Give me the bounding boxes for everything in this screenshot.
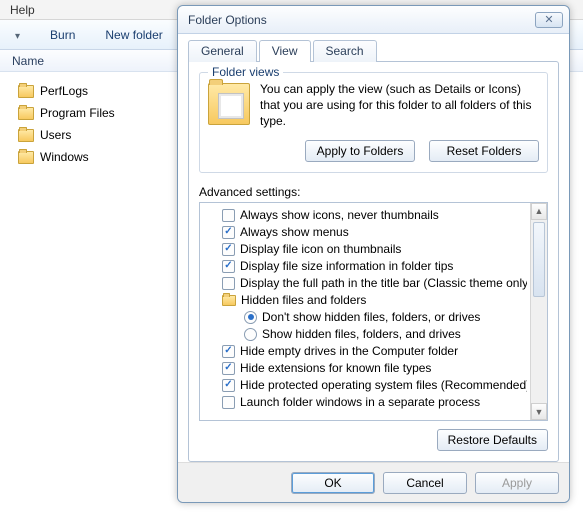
close-icon: ✕ [544,13,553,26]
checkbox-icon[interactable] [222,277,235,290]
advanced-setting-label: Display file icon on thumbnails [240,242,401,256]
apply-button[interactable]: Apply [475,472,559,494]
checkbox-icon[interactable] [222,260,235,273]
checkbox-icon[interactable] [222,243,235,256]
advanced-setting-label: Display the full path in the title bar (… [240,276,527,290]
radio-icon[interactable] [244,311,257,324]
checkbox-icon[interactable] [222,379,235,392]
folder-icon [222,295,236,306]
advanced-setting-item[interactable]: Hide protected operating system files (R… [204,377,527,394]
folder-icon [18,129,34,142]
toolbar-new-folder[interactable]: New folder [99,24,168,46]
advanced-settings-box: Always show icons, never thumbnails Alway… [199,202,548,421]
list-item-label: Program Files [40,106,115,120]
folder-icon [18,85,34,98]
scroll-track[interactable] [531,220,547,403]
list-item-label: PerfLogs [40,84,88,98]
ok-button[interactable]: OK [291,472,375,494]
tab-view[interactable]: View [259,40,311,62]
tab-panel-view: Folder views You can apply the view (suc… [188,61,559,462]
advanced-setting-item[interactable]: Launch folder windows in a separate proc… [204,394,527,411]
advanced-setting-label: Always show icons, never thumbnails [240,208,439,222]
folder-views-group: Folder views You can apply the view (suc… [199,72,548,173]
advanced-setting-label: Hidden files and folders [241,293,366,307]
checkbox-icon[interactable] [222,345,235,358]
cancel-button[interactable]: Cancel [383,472,467,494]
tab-search[interactable]: Search [313,40,377,62]
dialog-footer: OK Cancel Apply [178,462,569,502]
folder-options-dialog: Folder Options ✕ General View Search Fol… [177,5,570,503]
advanced-setting-item[interactable]: Always show menus [204,224,527,241]
tab-general[interactable]: General [188,40,257,62]
checkbox-icon[interactable] [222,226,235,239]
advanced-settings-list[interactable]: Always show icons, never thumbnails Alway… [204,207,527,416]
advanced-setting-item[interactable]: Show hidden files, folders, and drives [204,326,527,343]
checkbox-icon[interactable] [222,209,235,222]
advanced-setting-item[interactable]: Hidden files and folders [204,292,527,309]
list-item-label: Windows [40,150,89,164]
tab-strip: General View Search [188,40,559,62]
dialog-body: General View Search Folder views You can… [178,34,569,462]
advanced-setting-label: Always show menus [240,225,349,239]
advanced-setting-label: Show hidden files, folders, and drives [262,327,461,341]
column-name[interactable]: Name [12,54,44,68]
advanced-settings-label: Advanced settings: [199,185,548,199]
advanced-setting-label: Display file size information in folder … [240,259,453,273]
folder-icon [18,151,34,164]
scroll-thumb[interactable] [533,222,545,297]
scroll-down-icon[interactable]: ▼ [531,403,547,420]
folder-views-icon [208,83,250,125]
dialog-title: Folder Options [188,13,535,27]
scroll-up-icon[interactable]: ▲ [531,203,547,220]
advanced-setting-item[interactable]: Display file icon on thumbnails [204,241,527,258]
advanced-setting-label: Hide empty drives in the Computer folder [240,344,458,358]
advanced-setting-item[interactable]: Display file size information in folder … [204,258,527,275]
list-item-label: Users [40,128,71,142]
restore-defaults-button[interactable]: Restore Defaults [437,429,548,451]
folder-views-text: You can apply the view (such as Details … [260,81,539,130]
dialog-titlebar[interactable]: Folder Options ✕ [178,6,569,34]
advanced-setting-label: Launch folder windows in a separate proc… [240,395,480,409]
advanced-setting-label: Hide extensions for known file types [240,361,431,375]
toolbar-burn[interactable]: Burn [44,24,81,46]
advanced-setting-label: Hide protected operating system files (R… [240,378,527,392]
advanced-setting-item[interactable]: Hide extensions for known file types [204,360,527,377]
advanced-setting-item[interactable]: Hide empty drives in the Computer folder [204,343,527,360]
advanced-setting-item[interactable]: Display the full path in the title bar (… [204,275,527,292]
apply-to-folders-button[interactable]: Apply to Folders [305,140,415,162]
folder-views-label: Folder views [208,65,283,79]
reset-folders-button[interactable]: Reset Folders [429,140,539,162]
advanced-setting-item[interactable]: Always show icons, never thumbnails [204,207,527,224]
scrollbar[interactable]: ▲ ▼ [530,203,547,420]
menu-help[interactable]: Help [4,1,41,19]
checkbox-icon[interactable] [222,396,235,409]
radio-icon[interactable] [244,328,257,341]
advanced-setting-label: Don't show hidden files, folders, or dri… [262,310,480,324]
close-button[interactable]: ✕ [535,12,563,28]
advanced-setting-item[interactable]: Don't show hidden files, folders, or dri… [204,309,527,326]
toolbar-dropdown[interactable] [6,24,26,46]
checkbox-icon[interactable] [222,362,235,375]
folder-icon [18,107,34,120]
